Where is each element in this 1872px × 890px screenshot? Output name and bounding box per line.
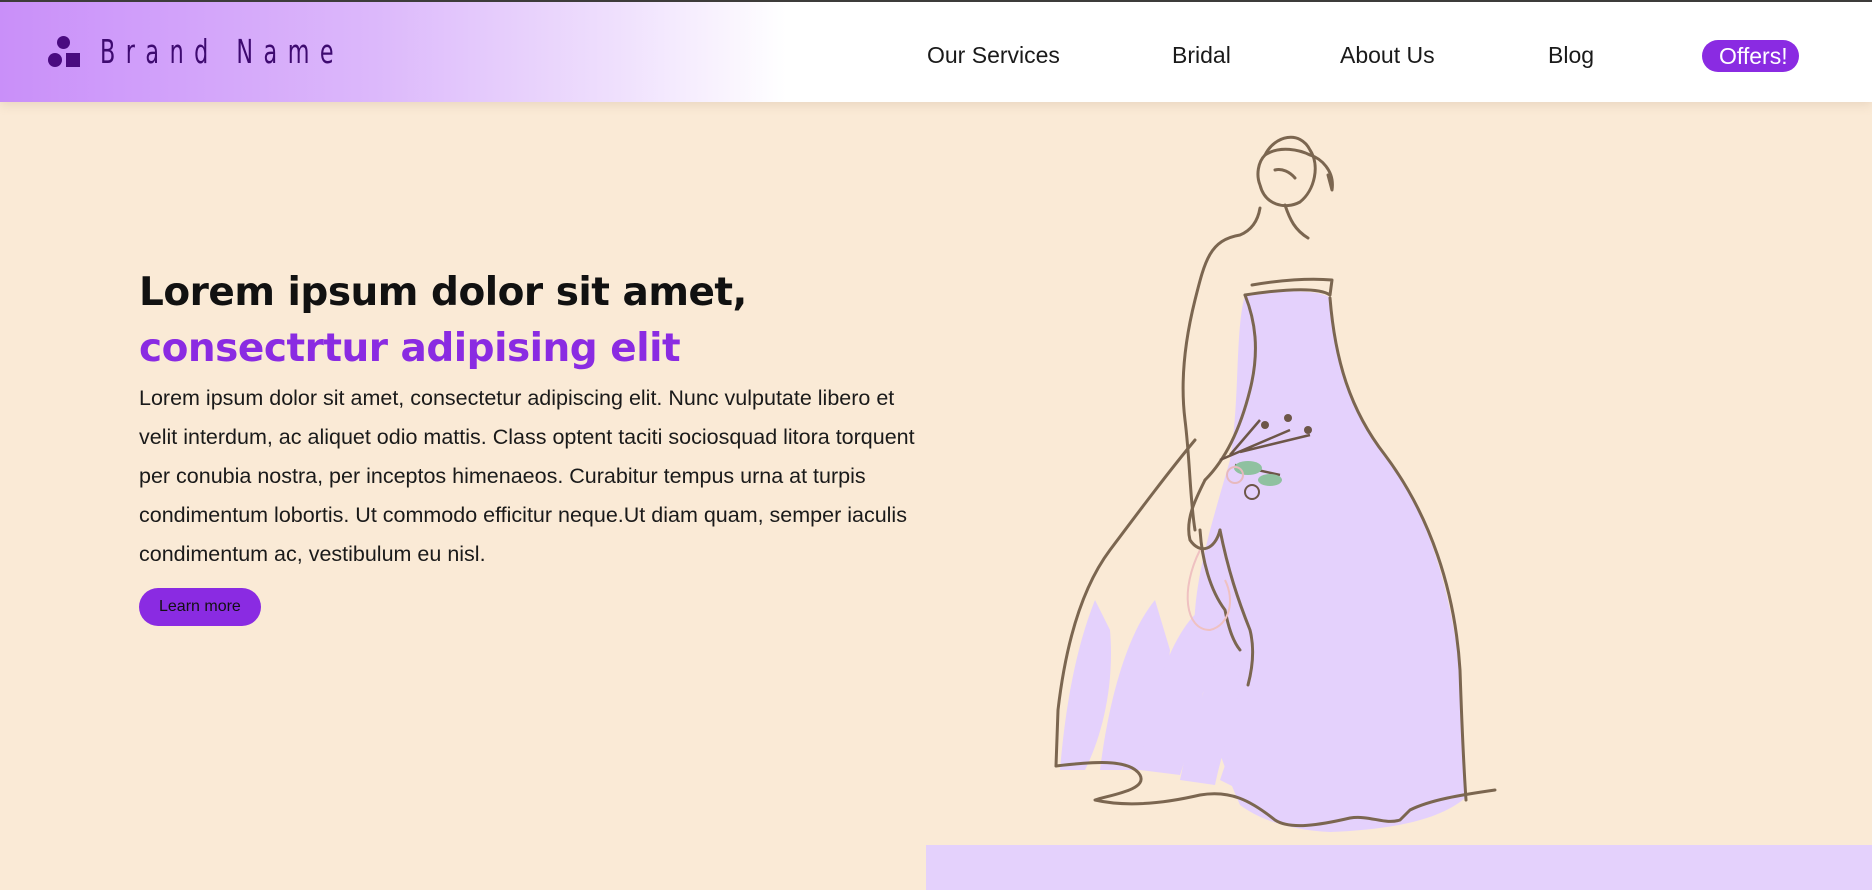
- main-nav: Our Services Bridal About Us Blog Offers…: [0, 2, 1872, 102]
- hero-text-block: Lorem ipsum dolor sit amet, consectrtur …: [139, 265, 919, 626]
- hero-body-text: Lorem ipsum dolor sit amet, consectetur …: [139, 386, 915, 566]
- nav-item-our-services[interactable]: Our Services: [927, 42, 1060, 69]
- lavender-footer-band: [926, 845, 1872, 890]
- hero-title-line1: Lorem ipsum dolor sit amet,: [139, 270, 747, 315]
- offers-button[interactable]: Offers!: [1702, 40, 1799, 72]
- learn-more-button[interactable]: Learn more: [139, 588, 261, 626]
- hero-title-line2: consectrtur adipising elit: [139, 326, 681, 371]
- nav-item-bridal[interactable]: Bridal: [1172, 42, 1231, 69]
- bride-sketch-illustration: [1054, 135, 1497, 832]
- site-header: Brand Name Our Services Bridal About Us …: [0, 2, 1872, 102]
- dress-fill: [1060, 291, 1465, 832]
- nav-item-blog[interactable]: Blog: [1548, 42, 1594, 69]
- nav-item-about-us[interactable]: About Us: [1340, 42, 1435, 69]
